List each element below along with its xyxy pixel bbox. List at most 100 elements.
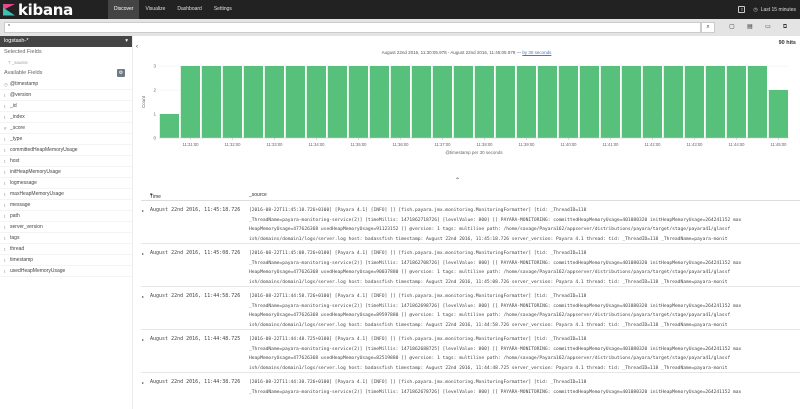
time-picker[interactable]: ◷ Last 15 minutes (753, 7, 796, 13)
discover-main: ‹ 90 hits August 22nd 2016, 11:30:05.978… (133, 36, 800, 409)
source-line: _ThreadName=payara-monitoring-service(2)… (249, 346, 742, 352)
x-tick-label: 11:32:00 (225, 142, 242, 147)
chart-bar[interactable] (600, 66, 620, 138)
chart-bar[interactable] (516, 66, 536, 138)
field-item[interactable]: t thread (0, 244, 132, 255)
chart-bar[interactable] (327, 66, 347, 138)
x-tick-label: 11:45:00 (771, 142, 788, 147)
chart-bar[interactable] (159, 114, 179, 138)
field-item[interactable]: t message (0, 200, 132, 211)
field-name: _index (10, 113, 25, 120)
x-tick-label: 11:31:00 (183, 142, 200, 147)
row-source: [2016-08-22T11:45:08.726+0100] [Payara 4… (249, 249, 799, 286)
x-tick-label: 11:33:00 (267, 142, 284, 147)
chart-bar[interactable] (747, 66, 767, 138)
field-item[interactable]: t committedHeapMemoryUsage (0, 145, 132, 156)
source-field[interactable]: ? _source (0, 58, 132, 67)
chart-bar[interactable] (621, 66, 641, 138)
field-item[interactable]: t path (0, 211, 132, 222)
table-row[interactable]: ▸ August 22nd 2016, 11:45:18.726 [2016-08-… (141, 201, 800, 244)
save-icon[interactable]: ▤ (746, 24, 754, 31)
chart-bar[interactable] (369, 66, 389, 138)
field-item[interactable]: t usedHeapMemoryUsage (0, 266, 132, 277)
tab-dashboard[interactable]: Dashboard (171, 0, 207, 19)
chart-bar[interactable] (243, 66, 263, 138)
expand-row-icon[interactable]: ▸ (142, 208, 144, 213)
field-item[interactable]: t @version (0, 90, 132, 101)
chart-bar[interactable] (411, 66, 431, 138)
table-row[interactable]: ▸ August 22nd 2016, 11:44:48.725 [2016-08-… (141, 330, 800, 373)
table-row[interactable]: ▸ August 22nd 2016, 11:44:38.726 [2016-08-… (141, 373, 800, 409)
field-item[interactable]: t _index (0, 112, 132, 123)
field-item[interactable]: t tags (0, 233, 132, 244)
chart-bar[interactable] (264, 66, 284, 138)
field-item[interactable]: t _id (0, 101, 132, 112)
chart-bar[interactable] (705, 66, 725, 138)
chart-bar[interactable] (474, 66, 494, 138)
source-line: [2016-08-22T11:45:08.726+0100] [Payara 4… (249, 251, 587, 256)
interval-link[interactable]: by 30 seconds (522, 50, 551, 55)
chart-bar[interactable] (306, 66, 326, 138)
tab-visualize[interactable]: Visualize (139, 0, 171, 19)
field-item[interactable]: t server_version (0, 222, 132, 233)
chart-bar[interactable] (558, 66, 578, 138)
search-icon: ⌕ (706, 24, 710, 30)
expand-row-icon[interactable]: ▸ (142, 380, 144, 385)
new-search-icon[interactable]: ▢ (728, 24, 736, 31)
search-button[interactable]: ⌕ (701, 22, 715, 33)
index-pattern-selector[interactable]: logstash-* ▾ (0, 36, 132, 47)
chart-bar[interactable] (579, 66, 599, 138)
chart-bar[interactable] (684, 66, 704, 138)
field-item[interactable]: t maxHeapMemoryUsage (0, 189, 132, 200)
chevron-up-icon[interactable]: ⌃ (455, 177, 460, 184)
open-icon[interactable]: ▭ (764, 24, 772, 31)
field-item[interactable]: t initHeapMemoryUsage (0, 167, 132, 178)
index-pattern-label: logstash-* (4, 38, 29, 44)
table-row[interactable]: ▸ August 22nd 2016, 11:44:58.726 [2016-08-… (141, 287, 800, 330)
chart-bar[interactable] (663, 66, 683, 138)
share-icon[interactable]: ⇪ (738, 6, 746, 13)
chart-bar[interactable] (453, 66, 473, 138)
field-item[interactable]: t logmessage (0, 178, 132, 189)
field-item[interactable]: # _score (0, 123, 132, 134)
field-name: @timestamp (10, 80, 39, 87)
field-item[interactable]: t _type (0, 134, 132, 145)
chart-bar[interactable] (180, 66, 200, 138)
kibana-logo[interactable]: kibana (0, 0, 108, 19)
chart-bar[interactable] (348, 66, 368, 138)
field-name: message (10, 201, 31, 208)
expand-row-icon[interactable]: ▸ (142, 251, 144, 256)
field-name: host (10, 157, 20, 164)
share-link-icon[interactable]: ⧉ (781, 24, 789, 31)
field-item[interactable]: ◷ @timestamp (0, 79, 132, 90)
chart-bar[interactable] (285, 66, 305, 138)
top-navbar: kibana Discover Visualize Dashboard Sett… (0, 0, 800, 19)
row-timestamp: August 22nd 2016, 11:45:18.726 (150, 207, 241, 213)
tab-discover[interactable]: Discover (108, 0, 140, 19)
expand-row-icon[interactable]: ▸ (142, 337, 144, 342)
source-line: _ThreadName=payara-monitoring-service(2)… (249, 260, 742, 266)
search-input[interactable]: * (4, 22, 701, 33)
field-item[interactable]: t timestamp (0, 255, 132, 266)
table-row[interactable]: ▸ August 22nd 2016, 11:45:08.726 [2016-08-… (141, 244, 800, 287)
chart-bar[interactable] (495, 66, 515, 138)
field-name: _type (10, 135, 23, 142)
chart-bar[interactable] (201, 66, 221, 138)
chart-bar[interactable] (222, 66, 242, 138)
chart-bar[interactable] (390, 66, 410, 138)
field-name: tags (10, 234, 20, 241)
chart-bar[interactable] (432, 66, 452, 138)
chart-bar[interactable] (768, 90, 788, 138)
chart-bar[interactable] (642, 66, 662, 138)
gear-icon[interactable]: ⚙ (117, 69, 125, 77)
source-line: [2016-08-22T11:44:38.726+0100] [Payara 4… (249, 380, 587, 385)
field-item[interactable]: t host (0, 156, 132, 167)
y-tick-label: 0 (153, 136, 156, 141)
chart-bar[interactable] (537, 66, 557, 138)
chart-bar[interactable] (726, 66, 746, 138)
time-column-header[interactable]: Time ▾ (150, 192, 161, 200)
chevron-down-icon: ▾ (125, 38, 128, 44)
x-tick-label: 11:39:00 (519, 142, 536, 147)
expand-row-icon[interactable]: ▸ (142, 294, 144, 299)
tab-settings[interactable]: Settings (208, 0, 238, 19)
